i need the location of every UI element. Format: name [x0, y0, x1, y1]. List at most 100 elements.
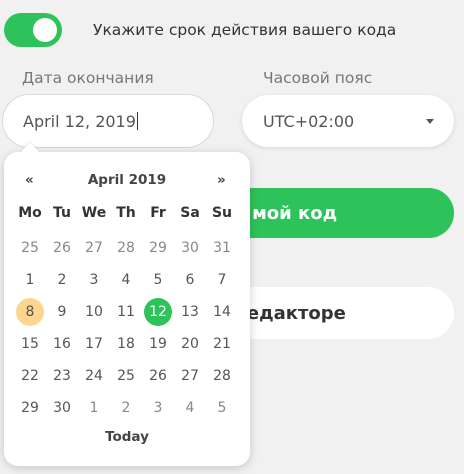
- calendar-day[interactable]: 28: [110, 232, 142, 264]
- calendar-day[interactable]: 29: [142, 232, 174, 264]
- calendar-day-number: 21: [213, 336, 231, 352]
- calendar-day-number: 16: [53, 336, 71, 352]
- calendar-day[interactable]: 21: [206, 328, 238, 360]
- calendar-day-number: 3: [89, 272, 99, 288]
- end-date-input[interactable]: April 12, 2019: [2, 94, 214, 148]
- expiry-toggle-label: Укажите срок действия вашего кода: [93, 21, 397, 39]
- calendar-day-number: 18: [117, 336, 135, 352]
- calendar-day[interactable]: 27: [174, 360, 206, 392]
- calendar-day-number: 19: [149, 336, 167, 352]
- calendar-month-title: April 2019: [87, 172, 167, 188]
- calendar-day-number: 23: [53, 368, 71, 384]
- calendar-week-row: 1 2 3 4 5 6 7: [14, 264, 238, 296]
- calendar-day-number: 4: [185, 400, 195, 416]
- calendar-day[interactable]: 10: [78, 296, 110, 328]
- calendar-day[interactable]: 16: [46, 328, 78, 360]
- calendar-day[interactable]: 2: [110, 392, 142, 424]
- weekday-label: Su: [211, 205, 233, 221]
- timezone-select[interactable]: UTC+02:00: [242, 95, 454, 147]
- weekday-header-row: Mo Tu We Th Fr Sa Su: [14, 205, 238, 221]
- previous-month-button[interactable]: «: [25, 172, 34, 188]
- calendar-day-number: 11: [117, 304, 135, 320]
- expiry-toggle[interactable]: [4, 13, 62, 47]
- calendar-day-number: 2: [121, 400, 131, 416]
- toggle-knob: [33, 18, 57, 42]
- calendar-day[interactable]: 24: [78, 360, 110, 392]
- calendar-day-number: 7: [217, 272, 227, 288]
- calendar-day-number: 22: [21, 368, 39, 384]
- calendar-day[interactable]: 5: [142, 264, 174, 296]
- weekday-label: Sa: [180, 205, 200, 221]
- calendar-week-row: 25 26 27 28 29 30 31: [14, 232, 238, 264]
- timezone-value: UTC+02:00: [263, 111, 355, 131]
- weekday-label: Th: [116, 205, 136, 221]
- calendar-day-number: 31: [213, 240, 231, 256]
- calendar-day-number: 25: [21, 240, 39, 256]
- calendar-day-number: 26: [53, 240, 71, 256]
- calendar-day[interactable]: 1: [78, 392, 110, 424]
- weekday-label: Fr: [150, 205, 166, 221]
- calendar-week-row: 8 9 10 11 12 13 14: [14, 296, 238, 328]
- calendar-day[interactable]: 2: [46, 264, 78, 296]
- calendar-week-row: 22 23 24 25 26 27 28: [14, 360, 238, 392]
- calendar-day[interactable]: 4: [110, 264, 142, 296]
- calendar-day-number: 6: [185, 272, 195, 288]
- calendar-day[interactable]: 25: [110, 360, 142, 392]
- calendar-day[interactable]: 8: [14, 296, 46, 328]
- calendar-day-number: 30: [181, 240, 199, 256]
- calendar-day[interactable]: 7: [206, 264, 238, 296]
- calendar-day-number: 14: [213, 304, 231, 320]
- calendar-day-number: 28: [213, 368, 231, 384]
- calendar-day[interactable]: 30: [46, 392, 78, 424]
- calendar-day-number: 27: [181, 368, 199, 384]
- calendar-day[interactable]: 22: [14, 360, 46, 392]
- calendar-day[interactable]: 6: [174, 264, 206, 296]
- calendar-day-number: 24: [85, 368, 103, 384]
- calendar-day[interactable]: 15: [14, 328, 46, 360]
- weekday-label: Mo: [18, 205, 42, 221]
- calendar-day[interactable]: 26: [142, 360, 174, 392]
- calendar-day-number: 1: [25, 272, 35, 288]
- calendar-day-number: 15: [21, 336, 39, 352]
- calendar-day[interactable]: 9: [46, 296, 78, 328]
- calendar-day[interactable]: 19: [142, 328, 174, 360]
- next-month-button[interactable]: »: [217, 172, 226, 188]
- calendar-day[interactable]: 31: [206, 232, 238, 264]
- today-button[interactable]: Today: [4, 429, 250, 445]
- calendar-day-grid: 25 26 27 28 29 30 31 1 2 3 4 5 6 7 8 9 10 11 12 13 14 15 16 17 1…: [14, 232, 238, 424]
- calendar-day[interactable]: 20: [174, 328, 206, 360]
- calendar-day[interactable]: 5: [206, 392, 238, 424]
- calendar-day[interactable]: 27: [78, 232, 110, 264]
- calendar-day-number: 17: [85, 336, 103, 352]
- calendar-day-number: 5: [217, 400, 227, 416]
- text-cursor: [136, 112, 138, 130]
- calendar-day[interactable]: 30: [174, 232, 206, 264]
- weekday-label: Tu: [53, 205, 71, 221]
- calendar-day[interactable]: 11: [110, 296, 142, 328]
- calendar-day[interactable]: 18: [110, 328, 142, 360]
- calendar-day-number: 29: [149, 240, 167, 256]
- calendar-day-number: 28: [117, 240, 135, 256]
- calendar-day[interactable]: 4: [174, 392, 206, 424]
- calendar-day[interactable]: 25: [14, 232, 46, 264]
- calendar-day-number: 20: [181, 336, 199, 352]
- calendar-day[interactable]: 3: [142, 392, 174, 424]
- calendar-day[interactable]: 26: [46, 232, 78, 264]
- calendar-day[interactable]: 14: [206, 296, 238, 328]
- calendar-day[interactable]: 3: [78, 264, 110, 296]
- calendar-day[interactable]: 12: [142, 296, 174, 328]
- calendar-day-number: 29: [21, 400, 39, 416]
- calendar-day[interactable]: 23: [46, 360, 78, 392]
- calendar-day-number: 26: [149, 368, 167, 384]
- calendar-day[interactable]: 28: [206, 360, 238, 392]
- calendar-day[interactable]: 1: [14, 264, 46, 296]
- open-in-editor-button-label: редакторе: [234, 302, 346, 324]
- calendar-day-number: 30: [53, 400, 71, 416]
- timezone-label: Часовой пояс: [263, 69, 373, 87]
- end-date-label: Дата окончания: [22, 69, 154, 87]
- calendar-day[interactable]: 17: [78, 328, 110, 360]
- calendar-day[interactable]: 29: [14, 392, 46, 424]
- calendar-day-number: 13: [181, 304, 199, 320]
- calendar-day-number: 10: [85, 304, 103, 320]
- calendar-day[interactable]: 13: [174, 296, 206, 328]
